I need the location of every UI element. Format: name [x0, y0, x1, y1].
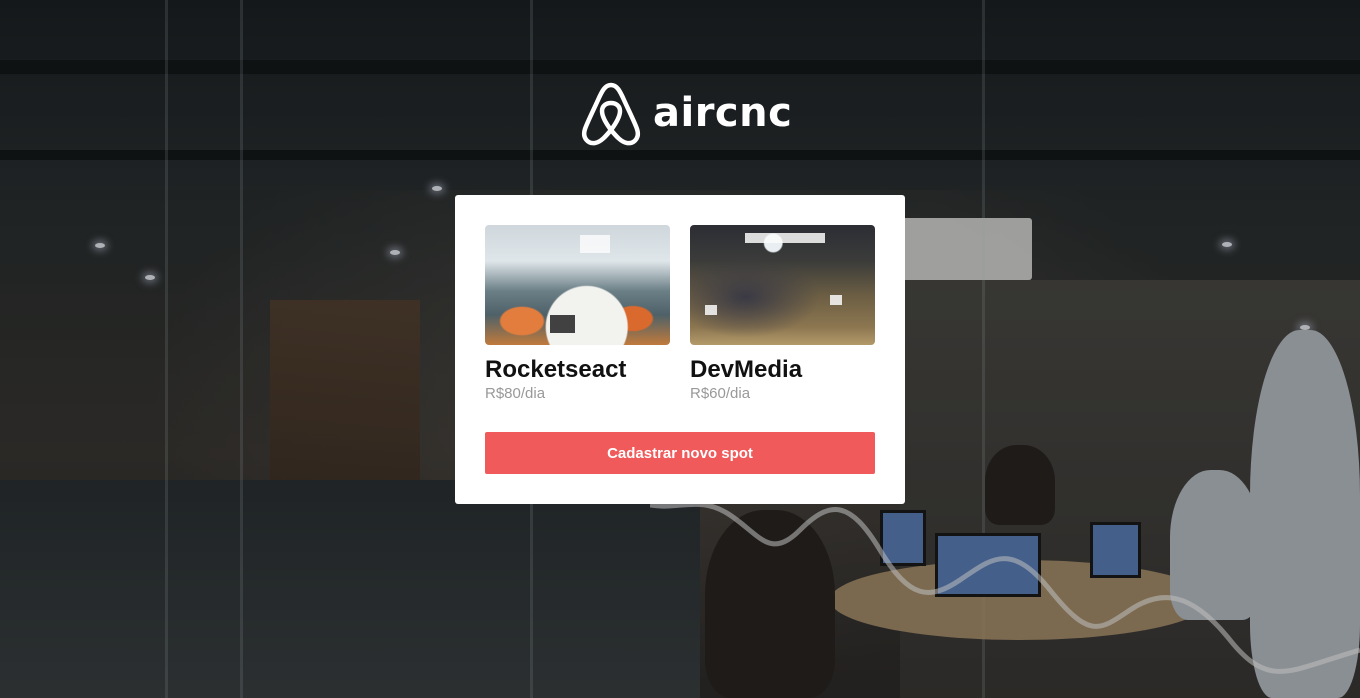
spot-item[interactable]: Rocketseact R$80/dia	[485, 225, 670, 403]
logo: aircnc	[581, 80, 792, 146]
spot-price: R$80/dia	[485, 385, 546, 402]
brand-name: aircnc	[653, 90, 793, 136]
spot-thumbnail	[690, 225, 875, 345]
thumbnail-detail	[580, 235, 610, 253]
airbnb-belo-icon	[582, 82, 640, 146]
thumbnail-detail	[550, 315, 575, 333]
spot-item[interactable]: DevMedia R$60/dia	[690, 225, 875, 403]
spot-thumbnail	[485, 225, 670, 345]
new-spot-button[interactable]: Cadastrar novo spot	[485, 432, 875, 474]
thumbnail-detail	[830, 295, 842, 305]
spot-name: DevMedia	[690, 356, 803, 383]
spot-name: Rocketseact	[485, 356, 627, 383]
spots-card: Rocketseact R$80/dia DevMedia R$60/dia C…	[455, 195, 905, 504]
spot-list: Rocketseact R$80/dia DevMedia R$60/dia	[485, 225, 875, 403]
spot-price: R$60/dia	[690, 385, 751, 402]
thumbnail-detail	[705, 305, 717, 315]
thumbnail-detail	[745, 233, 825, 243]
